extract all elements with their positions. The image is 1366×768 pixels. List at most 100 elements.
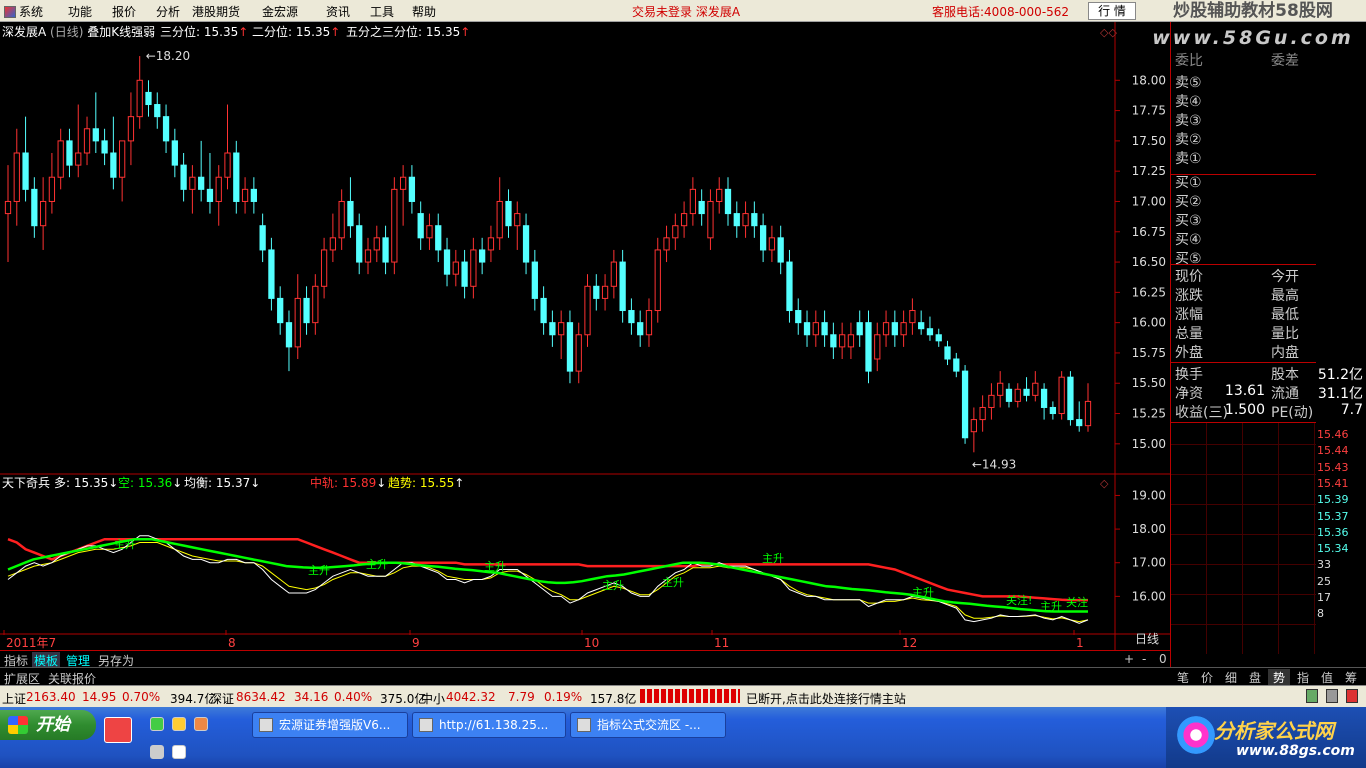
tick-mini-chart	[1171, 422, 1316, 654]
menu-item[interactable]: 报价	[112, 3, 136, 20]
right-tab[interactable]: 笔	[1172, 669, 1194, 686]
candle-body	[443, 249, 451, 275]
date-label: 9	[412, 636, 420, 650]
candle-body	[31, 188, 38, 227]
menu-item[interactable]: 资讯	[326, 3, 350, 20]
sh-index-pct: 0.70%	[122, 690, 161, 704]
period: (日线)	[46, 25, 87, 39]
zoom-in-button[interactable]: +	[1122, 652, 1136, 666]
indicator-legend-item: 趋势: 15.55↑	[388, 476, 464, 490]
right-tab[interactable]: 值	[1316, 669, 1338, 686]
show-desktop-icon[interactable]	[104, 717, 132, 743]
zx-index-change: 7.79	[508, 690, 535, 704]
task-browser[interactable]: http://61.138.25...	[412, 712, 566, 738]
start-button[interactable]: 开始	[0, 710, 96, 740]
menu-item[interactable]: 工具	[370, 3, 394, 20]
signal-label: 关注	[1066, 595, 1088, 609]
task-hongyuan[interactable]: 宏源证券增强版V6...	[252, 712, 408, 738]
mini-scale-label: 33	[1317, 558, 1331, 572]
candle-body	[812, 322, 819, 336]
indicator-legend-item: 中轨: 15.89↓	[310, 475, 386, 490]
candle-body	[944, 346, 951, 360]
menu-item[interactable]: 港股期货	[192, 3, 240, 20]
sz-index-amount: 375.0亿	[380, 692, 427, 706]
candle-body	[584, 285, 591, 336]
candle-body	[847, 334, 855, 348]
document-icon	[577, 718, 591, 732]
zoom-out-button[interactable]: -	[1140, 652, 1148, 666]
connection-message[interactable]: 已断开,点击此处连接行情主站	[746, 690, 906, 707]
ie-quicklaunch-icon[interactable]	[150, 717, 164, 731]
low-marker: ←14.93	[972, 457, 1016, 471]
candle-body	[189, 176, 196, 190]
legend-arrow: ↓	[108, 476, 118, 490]
right-tab[interactable]: 势	[1268, 669, 1290, 686]
mini-scale-label: 15.34	[1317, 542, 1349, 556]
fund-value: 51.2亿	[1317, 367, 1363, 383]
candle-body	[505, 200, 512, 227]
right-tab[interactable]: 细	[1220, 669, 1242, 686]
candle-body	[751, 213, 758, 227]
browser-icon	[419, 718, 433, 732]
candle-body	[66, 140, 73, 166]
indicator-series	[7, 535, 1089, 624]
service-phone: 客服电话:4008-000-562	[932, 5, 1070, 19]
high-marker: ←18.20	[146, 49, 190, 63]
network-icon[interactable]	[1306, 689, 1318, 703]
candle-body	[742, 213, 749, 227]
menu-item[interactable]: 帮助	[412, 3, 436, 20]
candle-body	[610, 261, 617, 287]
menu-item[interactable]: 金宏源	[262, 3, 298, 20]
right-tab[interactable]: 价	[1196, 669, 1218, 686]
candle-body	[338, 200, 345, 239]
right-tab[interactable]: 指	[1292, 669, 1314, 686]
price-tick-label: 17.25	[1132, 164, 1166, 178]
divider	[1171, 264, 1316, 265]
media-quicklaunch-icon[interactable]	[172, 717, 186, 731]
order-diff-label: 委差	[1271, 53, 1299, 69]
candle-body	[417, 213, 424, 239]
zx-index-price: 4042.32	[446, 690, 496, 704]
legend-arrow: ↑	[454, 476, 464, 490]
candle-body	[1014, 388, 1021, 402]
right-tabs: 笔价细盘势指值筹	[1170, 667, 1366, 686]
zx-index-amount: 157.8亿	[590, 692, 637, 706]
candle-body	[312, 285, 319, 324]
fund-value: 13.61	[1224, 383, 1265, 399]
menu-item[interactable]: 系统	[4, 3, 43, 20]
keyboard-icon[interactable]	[150, 745, 164, 759]
candle-body	[716, 188, 723, 202]
buy-level-label: 买②	[1175, 194, 1202, 210]
candle-body	[593, 285, 600, 299]
right-tab[interactable]: 盘	[1244, 669, 1266, 686]
index-status-bar[interactable]: 上证 2163.40 14.95 0.70% 394.7亿 深证 8634.42…	[0, 685, 1366, 707]
quote-button[interactable]: 行 情	[1088, 2, 1136, 20]
menu-item[interactable]: 功能	[68, 3, 92, 20]
candle-body	[1049, 406, 1057, 415]
candle-body	[856, 322, 863, 336]
logo-url: www.88gs.com	[1236, 743, 1355, 759]
candle-body	[303, 297, 310, 324]
help-icon[interactable]	[172, 745, 186, 759]
kline-chart[interactable]: 18.00 17.75 17.50 17.25 17.00 16.75 16.50 16.25…	[0, 22, 1170, 650]
fund-label: 换手	[1175, 367, 1203, 383]
candle-body	[461, 261, 468, 287]
quote-label: 最低	[1271, 307, 1299, 323]
zx-index-pct: 0.19%	[544, 690, 583, 704]
menu-item[interactable]: 分析	[156, 3, 180, 20]
alert-icon[interactable]	[1346, 689, 1358, 703]
candle-body	[241, 188, 249, 202]
task-forum[interactable]: 指标公式交流区 -...	[570, 712, 726, 738]
candle-body	[399, 176, 407, 190]
right-tab[interactable]: 筹	[1340, 669, 1362, 686]
lock-icon[interactable]	[1326, 689, 1338, 703]
candle-series	[4, 56, 1092, 453]
app-quicklaunch-icon[interactable]	[194, 717, 208, 731]
candle-body	[601, 285, 609, 299]
quote-label: 今开	[1271, 269, 1299, 285]
trade-notice[interactable]: 交易未登录 深发展A	[632, 3, 740, 20]
signal-label: 主升	[114, 538, 136, 551]
signal-label: 主升	[912, 586, 934, 599]
mini-scale-label: 15.44	[1317, 444, 1349, 458]
quote-label: 量比	[1271, 326, 1299, 342]
